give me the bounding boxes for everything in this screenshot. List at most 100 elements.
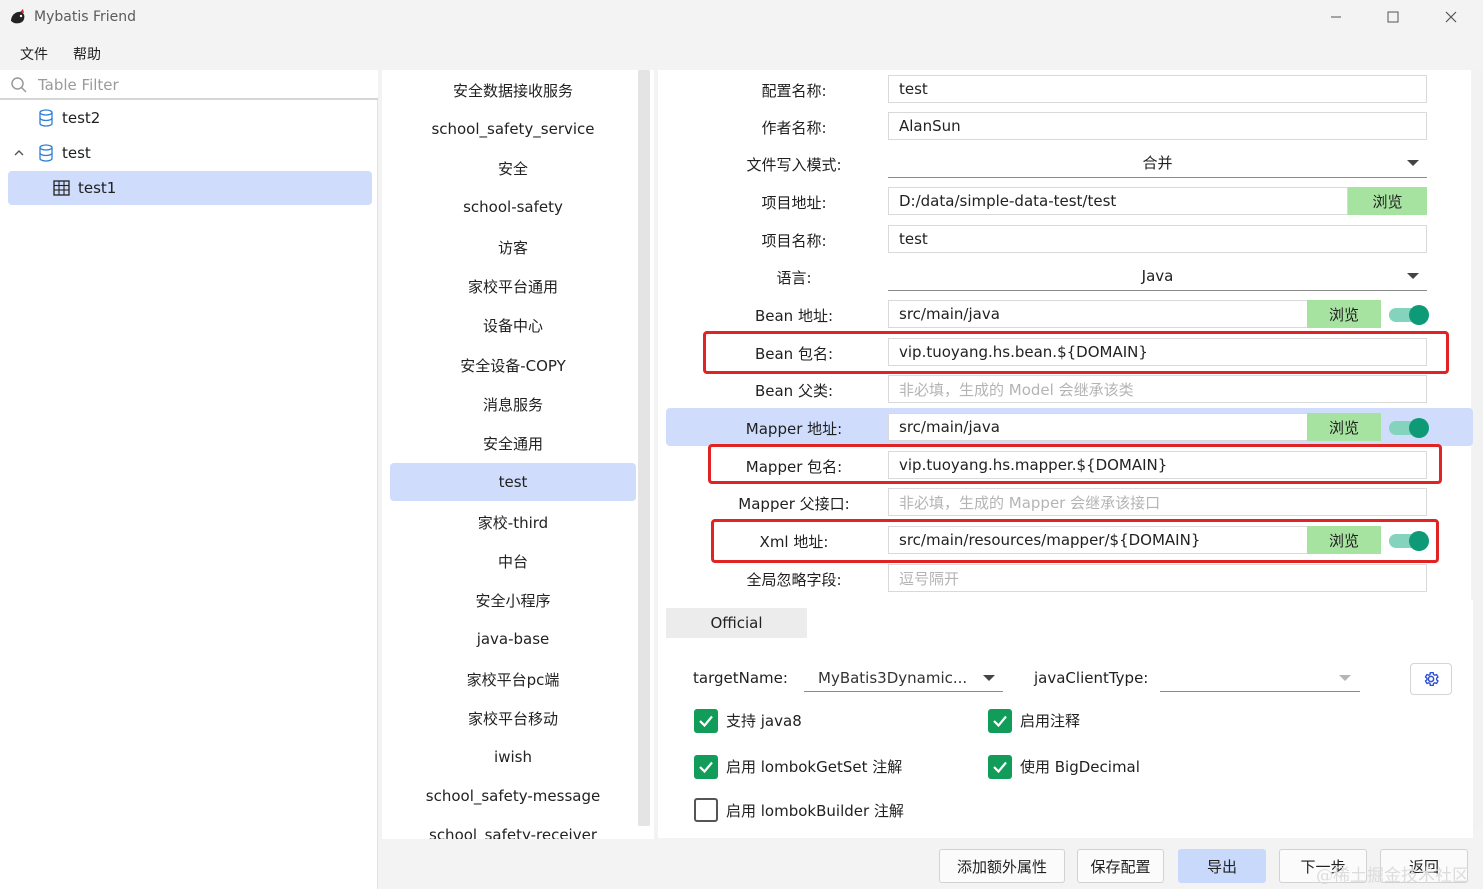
- close-button[interactable]: [1422, 0, 1480, 34]
- config-name-label: 配置名称:: [761, 82, 827, 100]
- mapper-path-browse-button[interactable]: 浏览: [1307, 413, 1381, 441]
- lombok-getset-checkbox[interactable]: [694, 755, 718, 779]
- bean-parent-input[interactable]: 非必填，生成的 Model 会继承该类: [888, 375, 1427, 403]
- config-list: 安全数据接收服务 school_safety_service 安全 school…: [382, 70, 654, 839]
- language-select[interactable]: Java: [888, 261, 1427, 291]
- chevron-up-icon[interactable]: [12, 146, 26, 160]
- tree-node-test1[interactable]: test1: [8, 171, 372, 205]
- java-client-type-select[interactable]: [1160, 664, 1360, 692]
- comment-checkbox[interactable]: [988, 709, 1012, 733]
- bean-path-toggle[interactable]: [1389, 305, 1429, 325]
- bean-path-browse-button[interactable]: 浏览: [1307, 300, 1381, 328]
- export-button[interactable]: 导出: [1178, 849, 1266, 883]
- check-icon: [699, 715, 713, 728]
- list-item[interactable]: 家校-third: [390, 503, 636, 541]
- project-path-input[interactable]: D:/data/simple-data-test/test: [888, 187, 1348, 215]
- java8-checkbox-label: 支持 java8: [726, 712, 802, 730]
- bean-path-input[interactable]: src/main/java: [888, 300, 1308, 328]
- list-item[interactable]: java-base: [390, 620, 636, 658]
- list-item[interactable]: school_safety_service: [390, 110, 636, 148]
- list-item[interactable]: 安全数据接收服务: [390, 71, 636, 109]
- menu-bar: 文件 帮助: [0, 36, 1483, 70]
- maximize-icon: [1387, 11, 1399, 23]
- search-icon: [11, 77, 27, 93]
- dropdown-arrow-icon: [1339, 675, 1351, 681]
- toggle-knob: [1409, 418, 1429, 438]
- tree-node-label: test: [62, 144, 91, 162]
- list-item[interactable]: 安全小程序: [390, 581, 636, 619]
- list-item[interactable]: 安全通用: [390, 424, 636, 462]
- list-item[interactable]: iwish: [390, 738, 636, 776]
- lombok-builder-checkbox[interactable]: [694, 798, 718, 822]
- list-item[interactable]: 家校平台移动: [390, 699, 636, 737]
- write-mode-label: 文件写入模式:: [746, 156, 842, 174]
- minimize-button[interactable]: [1307, 0, 1365, 34]
- bigdecimal-checkbox[interactable]: [988, 755, 1012, 779]
- save-config-button[interactable]: 保存配置: [1077, 849, 1164, 883]
- write-mode-select[interactable]: 合并: [888, 148, 1427, 178]
- minimize-icon: [1331, 16, 1341, 18]
- tree-node-label: test2: [62, 109, 101, 127]
- comment-checkbox-label: 启用注释: [1020, 712, 1081, 730]
- lombok-builder-checkbox-label: 启用 lombokBuilder 注解: [726, 802, 904, 820]
- list-item[interactable]: 消息服务: [390, 385, 636, 423]
- menu-help[interactable]: 帮助: [73, 44, 101, 64]
- list-item[interactable]: 中台: [390, 542, 636, 580]
- ignore-fields-input[interactable]: 逗号隔开: [888, 564, 1427, 592]
- mapper-path-input[interactable]: src/main/java: [888, 413, 1308, 441]
- dropdown-arrow-icon: [1407, 160, 1419, 166]
- mapper-path-toggle[interactable]: [1389, 418, 1429, 438]
- table-filter-input[interactable]: [38, 74, 368, 96]
- database-icon: [39, 144, 53, 162]
- tree-node-test[interactable]: test: [12, 136, 368, 170]
- table-filter: [0, 70, 378, 100]
- target-name-label: targetName:: [693, 669, 788, 687]
- list-item[interactable]: school_safety-message: [390, 777, 636, 815]
- add-extra-props-button[interactable]: 添加额外属性: [939, 849, 1065, 883]
- table-tree-panel: test2 test test1: [0, 70, 378, 889]
- config-name-input[interactable]: test: [888, 75, 1427, 103]
- project-name-input[interactable]: test: [888, 225, 1427, 253]
- lombok-getset-checkbox-label: 启用 lombokGetSet 注解: [726, 758, 903, 776]
- java8-checkbox[interactable]: [694, 709, 718, 733]
- menu-file[interactable]: 文件: [20, 44, 48, 64]
- title-bar: Mybatis Friend: [0, 0, 1483, 36]
- author-name-label: 作者名称:: [761, 119, 827, 137]
- app-logo-icon: [11, 9, 25, 24]
- target-name-select[interactable]: MyBatis3Dynamic...: [804, 664, 1003, 692]
- list-item[interactable]: 安全设备-COPY: [390, 346, 636, 384]
- tab-official[interactable]: Official: [666, 608, 807, 638]
- project-path-browse-button[interactable]: 浏览: [1348, 187, 1427, 215]
- list-item[interactable]: 安全: [390, 149, 636, 187]
- mapper-path-label: Mapper 地址:: [745, 420, 843, 438]
- database-icon: [39, 109, 53, 127]
- list-item[interactable]: 设备中心: [390, 306, 636, 344]
- maximize-button[interactable]: [1364, 0, 1422, 34]
- check-icon: [993, 761, 1007, 774]
- list-item[interactable]: school-safety: [390, 188, 636, 226]
- list-item-selected[interactable]: test: [390, 463, 636, 501]
- list-item[interactable]: 访客: [390, 228, 636, 266]
- dropdown-arrow-icon: [1407, 273, 1419, 279]
- close-icon: [1445, 11, 1457, 23]
- list-item[interactable]: school_safety-receiver: [390, 816, 636, 839]
- annotation-box-xml-path: [711, 519, 1439, 563]
- list-item[interactable]: 家校平台通用: [390, 267, 636, 305]
- java-client-type-label: javaClientType:: [1034, 669, 1149, 687]
- form-scrollbar[interactable]: [1473, 70, 1483, 830]
- mapper-parent-input[interactable]: 非必填，生成的 Mapper 会继承该接口: [888, 488, 1427, 516]
- project-name-label: 项目名称:: [761, 232, 827, 250]
- annotation-box-bean-package: [703, 331, 1449, 374]
- check-icon: [699, 761, 713, 774]
- list-scrollbar[interactable]: [638, 70, 650, 826]
- bean-parent-label: Bean 父类:: [754, 382, 834, 400]
- annotation-box-mapper-package: [708, 444, 1442, 484]
- project-path-label: 项目地址:: [761, 194, 827, 212]
- ignore-fields-label: 全局忽略字段:: [746, 571, 842, 589]
- author-name-input[interactable]: AlanSun: [888, 112, 1427, 140]
- settings-button[interactable]: [1410, 663, 1452, 695]
- window-title: Mybatis Friend: [34, 9, 137, 25]
- list-item[interactable]: 家校平台pc端: [390, 660, 636, 698]
- tree-node-test2[interactable]: test2: [38, 101, 368, 135]
- language-value: Java: [1141, 266, 1174, 285]
